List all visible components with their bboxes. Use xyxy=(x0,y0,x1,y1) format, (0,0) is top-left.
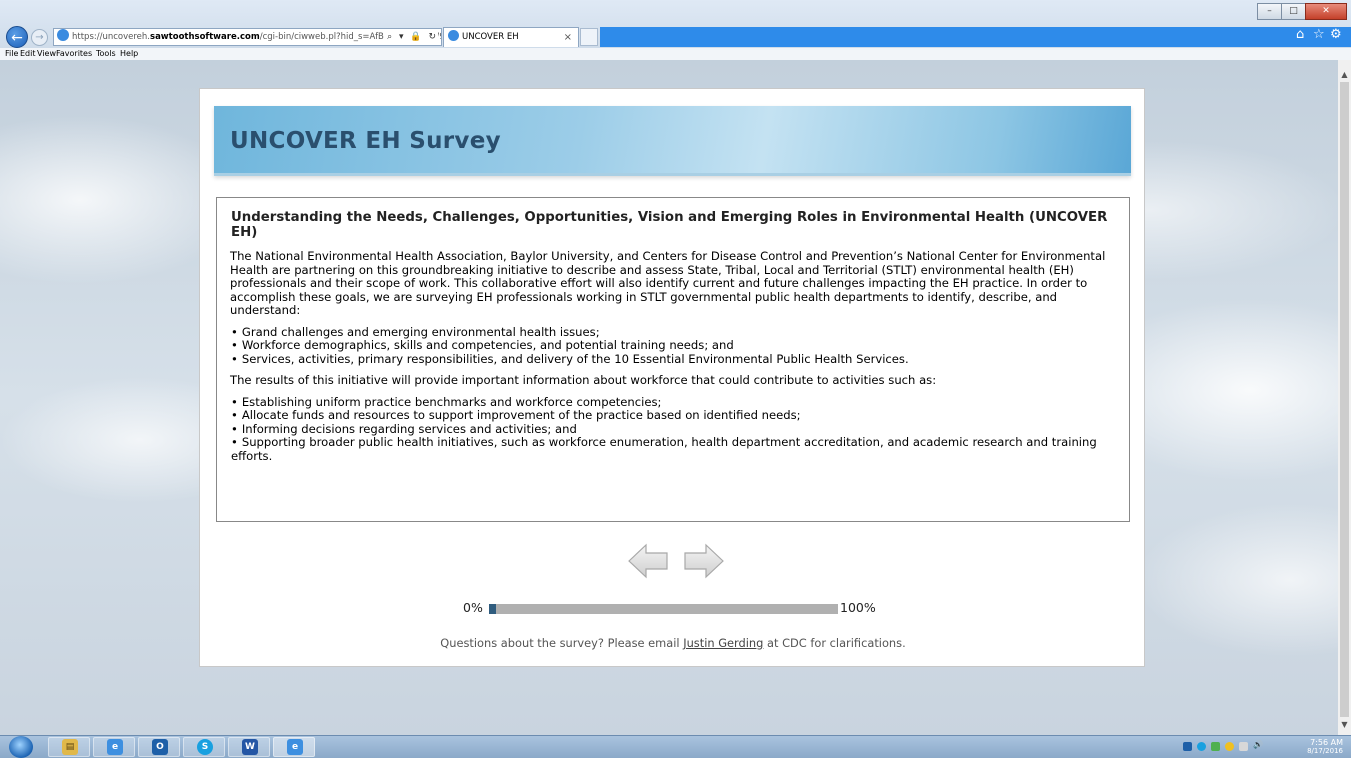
activity-item: Establishing uniform practice benchmarks… xyxy=(231,395,1115,410)
survey-title: UNCOVER EH Survey xyxy=(230,128,501,154)
tab-title: UNCOVER EH xyxy=(462,32,519,42)
tab-strip xyxy=(600,27,1290,47)
scroll-up-icon[interactable]: ▲ xyxy=(1339,70,1350,79)
menu-view[interactable]: View xyxy=(37,48,56,60)
menu-help[interactable]: Help xyxy=(120,48,138,60)
intro-paragraph: The National Environmental Health Associ… xyxy=(230,249,1106,317)
window-controls: – □ ✕ xyxy=(1257,3,1347,21)
menu-bar: File Edit View Favorites Tools Help xyxy=(0,48,1351,60)
maximize-button[interactable]: □ xyxy=(1281,3,1306,20)
scroll-thumb[interactable] xyxy=(1340,82,1349,717)
skype-tray-icon[interactable] xyxy=(1197,742,1206,751)
back-button[interactable]: ← xyxy=(6,26,28,48)
vertical-scrollbar[interactable]: ▲ ▼ xyxy=(1338,60,1351,735)
survey-container: UNCOVER EH Survey Understanding the Need… xyxy=(199,88,1145,667)
taskbar-word[interactable]: W xyxy=(228,737,270,757)
volume-icon[interactable]: 🔊 xyxy=(1253,740,1263,749)
footer-note: Questions about the survey? Please email… xyxy=(200,636,1146,650)
home-icon[interactable]: ⌂ xyxy=(1296,27,1304,42)
outlook-icon: O xyxy=(152,739,168,755)
activity-item: Supporting broader public health initiat… xyxy=(231,435,1115,463)
goal-item: Services, activities, primary responsibi… xyxy=(231,352,1115,367)
folder-icon: ▤ xyxy=(62,739,78,755)
site-favicon-icon xyxy=(57,29,69,41)
taskbar-internet-explorer-active[interactable]: e xyxy=(273,737,315,757)
menu-tools[interactable]: Tools xyxy=(96,48,116,60)
skype-icon: S xyxy=(197,739,213,755)
clock-date[interactable]: 8/17/2016 xyxy=(1303,747,1343,756)
results-paragraph: The results of this initiative will prov… xyxy=(230,373,937,387)
address-bar[interactable]: https://uncovereh.sawtoothsoftware.com/c… xyxy=(53,28,442,46)
activity-item: Allocate funds and resources to support … xyxy=(231,408,1115,423)
footer-suffix: at CDC for clarifications. xyxy=(763,636,906,650)
settings-gear-icon[interactable]: ⚙ xyxy=(1330,27,1342,42)
taskbar-skype[interactable]: S xyxy=(183,737,225,757)
contact-email-link[interactable]: Justin Gerding xyxy=(683,636,763,650)
activities-list: Establishing uniform practice benchmarks… xyxy=(231,395,1115,464)
navigation-arrows xyxy=(627,543,727,585)
menu-file[interactable]: File xyxy=(5,48,18,60)
security-tray-icon[interactable] xyxy=(1211,742,1220,751)
taskbar-internet-explorer[interactable]: e xyxy=(93,737,135,757)
favorites-star-icon[interactable]: ☆ xyxy=(1313,27,1325,42)
network-tray-icon[interactable] xyxy=(1239,742,1248,751)
intro-content-box: Understanding the Needs, Challenges, Opp… xyxy=(216,197,1130,522)
progress-bar: 0% 100% xyxy=(463,600,883,615)
header-banner: UNCOVER EH Survey xyxy=(214,106,1131,176)
progress-start-label: 0% xyxy=(463,600,483,615)
tab-favicon-icon xyxy=(448,30,459,41)
internet-explorer-icon: e xyxy=(107,739,123,755)
new-tab-button[interactable] xyxy=(580,28,598,46)
close-window-button[interactable]: ✕ xyxy=(1305,3,1347,20)
goal-item: Grand challenges and emerging environmen… xyxy=(231,325,1115,340)
minimize-button[interactable]: – xyxy=(1257,3,1282,20)
activity-item: Informing decisions regarding services a… xyxy=(231,422,1115,437)
outlook-tray-icon[interactable] xyxy=(1183,742,1192,751)
forward-button[interactable]: → xyxy=(31,29,48,46)
intro-heading: Understanding the Needs, Challenges, Opp… xyxy=(231,210,1108,240)
progress-fill xyxy=(489,604,496,614)
notification-tray-icon[interactable] xyxy=(1225,742,1234,751)
start-button[interactable] xyxy=(9,736,33,758)
menu-favorites[interactable]: Favorites xyxy=(56,48,92,60)
browser-toolbar: ← → https://uncovereh.sawtoothsoftware.c… xyxy=(0,0,1351,48)
tab-uncover-eh[interactable]: UNCOVER EH × xyxy=(443,27,579,47)
previous-arrow-icon[interactable] xyxy=(627,543,669,579)
scroll-down-icon[interactable]: ▼ xyxy=(1339,720,1350,729)
internet-explorer-icon: e xyxy=(287,739,303,755)
word-icon: W xyxy=(242,739,258,755)
footer-prefix: Questions about the survey? Please email xyxy=(440,636,684,650)
progress-track xyxy=(489,604,838,614)
goals-list: Grand challenges and emerging environmen… xyxy=(231,325,1115,367)
taskbar-explorer[interactable]: ▤ xyxy=(48,737,90,757)
tab-close-icon[interactable]: × xyxy=(564,28,572,47)
menu-edit[interactable]: Edit xyxy=(20,48,36,60)
next-arrow-icon[interactable] xyxy=(683,543,725,579)
page-viewport: UNCOVER EH Survey Understanding the Need… xyxy=(0,60,1338,735)
system-tray: 🔊 7:56 AM 8/17/2016 xyxy=(1183,738,1343,756)
clock-time[interactable]: 7:56 AM xyxy=(1303,738,1343,747)
address-tools-icons[interactable]: ⌕ ▾ 🔒 ↻ xyxy=(384,29,438,45)
windows-taskbar: ▤ e O S W e 🔊 7:56 AM 8/17/2016 xyxy=(0,735,1351,758)
progress-end-label: 100% xyxy=(840,600,876,615)
goal-item: Workforce demographics, skills and compe… xyxy=(231,338,1115,353)
taskbar-outlook[interactable]: O xyxy=(138,737,180,757)
